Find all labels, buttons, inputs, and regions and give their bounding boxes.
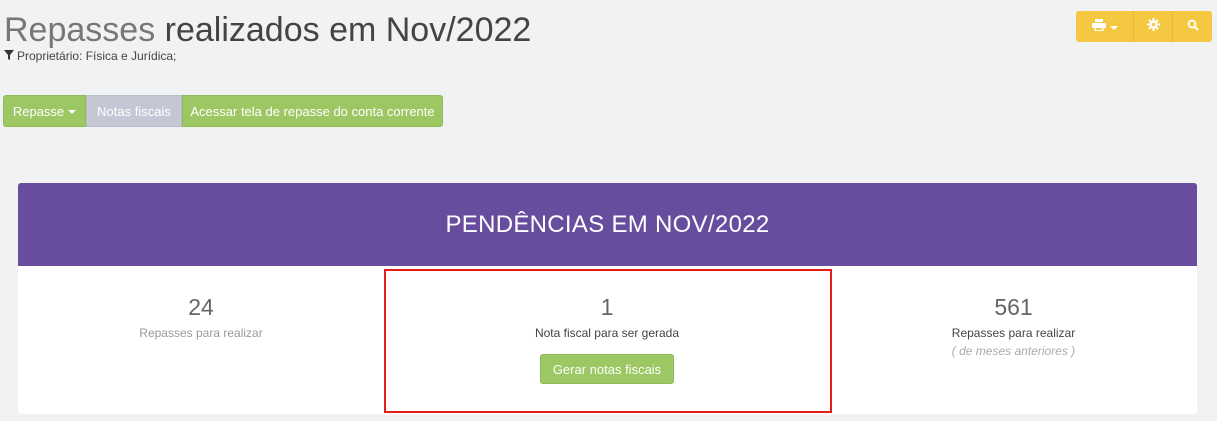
filter-icon xyxy=(4,49,14,63)
filter-text: Proprietário: Física e Jurídica; xyxy=(17,49,177,63)
pending-invoices-label: Nota fiscal para ser gerada xyxy=(534,326,680,340)
page-title: Repasses realizados em Nov/2022 xyxy=(4,10,531,50)
action-button-group: Repasse Notas fiscais Acessar tela de re… xyxy=(3,95,443,127)
acessar-conta-corrente-button[interactable]: Acessar tela de repasse do conta corrent… xyxy=(182,95,443,127)
pending-invoices-count: 1 xyxy=(600,294,614,320)
print-button[interactable] xyxy=(1076,11,1134,42)
settings-button[interactable] xyxy=(1134,11,1173,42)
chevron-down-icon xyxy=(68,110,77,114)
pending-repasses-count: 24 xyxy=(188,294,214,320)
search-button[interactable] xyxy=(1173,11,1212,42)
pending-repasses-label: Repasses para realizar xyxy=(139,326,263,340)
page-title-rest: realizados em Nov/2022 xyxy=(155,11,532,49)
chevron-down-icon xyxy=(1109,25,1118,30)
pendencias-panel: PENDÊNCIAS EM NOV/2022 24 Repasses para … xyxy=(18,183,1197,414)
page-title-light: Repasses xyxy=(4,11,156,49)
panel-heading: PENDÊNCIAS EM NOV/2022 xyxy=(18,183,1197,266)
previous-repasses-sublabel: ( de meses anteriores ) xyxy=(951,344,1076,358)
previous-repasses-count: 561 xyxy=(994,294,1033,320)
notas-fiscais-button[interactable]: Notas fiscais xyxy=(86,95,182,127)
repasse-label: Repasse xyxy=(12,103,65,119)
generate-invoices-button[interactable]: Gerar notas fiscais xyxy=(539,354,675,384)
search-icon xyxy=(1187,18,1199,36)
previous-repasses-stat: 561 Repasses para realizar ( de meses an… xyxy=(830,266,1197,358)
pending-invoices-stat: 1 Nota fiscal para ser gerada Gerar nota… xyxy=(384,266,830,384)
pending-repasses-stat: 24 Repasses para realizar xyxy=(18,266,384,340)
gear-icon xyxy=(1146,17,1160,36)
filter-summary: Proprietário: Física e Jurídica; xyxy=(4,49,176,63)
top-toolbar xyxy=(1076,11,1212,42)
repasse-dropdown-button[interactable]: Repasse xyxy=(3,95,86,127)
previous-repasses-label: Repasses para realizar xyxy=(951,326,1076,340)
print-icon xyxy=(1091,18,1106,36)
